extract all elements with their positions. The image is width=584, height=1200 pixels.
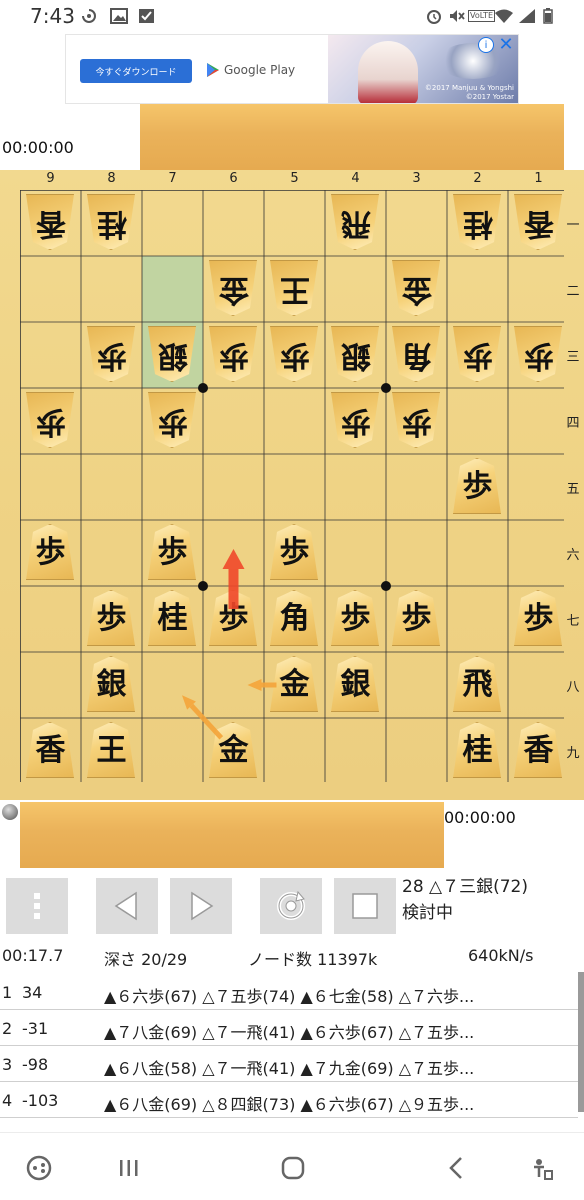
analysis-summary: 00:17.7 深さ 20/29 ノード数 11397k 640kN/s <box>0 944 584 970</box>
opponent-timer: 00:00:00 <box>2 138 74 157</box>
wifi-icon <box>495 9 513 23</box>
player-piece-stand[interactable] <box>20 802 444 868</box>
ad-copyright-line: ©2017 Yostar <box>465 93 514 101</box>
current-move: 28 △７三銀(72) <box>402 877 529 897</box>
pv-line[interactable]: 2 -31 ▲７八金(69) △７一飛(41) ▲６六歩(67) △７五歩... <box>0 1010 578 1046</box>
pv-score: -103 <box>22 1091 59 1110</box>
status-bar: 7:43 VoLTE <box>0 0 584 34</box>
node-count: ノード数 11397k <box>248 950 378 969</box>
triangle-left-icon <box>114 891 137 921</box>
alarm-icon <box>427 10 441 24</box>
next-button[interactable] <box>170 878 232 934</box>
google-play-icon <box>207 63 219 77</box>
clock: 7:43 <box>30 4 75 28</box>
player-timer: 00:00:00 <box>444 808 516 827</box>
search-depth: 深さ 20/29 <box>104 950 188 969</box>
sync-icon <box>82 9 96 23</box>
pv-line[interactable]: 1 34 ▲６六歩(67) △７五歩(74) ▲６七金(58) △７六歩... <box>0 974 578 1010</box>
google-play-label: Google Play <box>224 63 296 77</box>
accessibility-icon[interactable] <box>530 1155 556 1181</box>
pv-rank: 3 <box>2 1055 13 1074</box>
pv-line[interactable]: 3 -98 ▲６八金(58) △７一飛(41) ▲７九金(69) △７五歩... <box>0 1046 578 1082</box>
move-arrow-head <box>222 549 245 569</box>
recent-apps-icon[interactable] <box>116 1155 142 1181</box>
menu-dots-icon <box>34 893 40 919</box>
system-nav-bar <box>0 1132 584 1200</box>
ad-copyright: ©2017 Manjuu & Yongshi ©2017 Yostar <box>425 84 514 102</box>
move-arrows <box>182 549 277 740</box>
ad-character-image <box>358 41 418 103</box>
pv-scrollbar[interactable] <box>578 972 584 1112</box>
pv-line[interactable]: 4 -103 ▲６八金(69) △８四銀(73) ▲６六歩(67) △９五歩... <box>0 1082 578 1118</box>
current-move-info: 28 △７三銀(72) 検討中 <box>402 874 528 926</box>
check-box-icon <box>139 9 154 23</box>
ad-info-icon[interactable]: i <box>478 37 494 53</box>
mute-icon <box>450 10 465 22</box>
back-icon[interactable] <box>444 1155 470 1181</box>
image-icon <box>110 8 128 24</box>
ad-download-button[interactable]: 今すぐダウンロード <box>80 59 192 83</box>
ad-close-icon[interactable]: ✕ <box>497 36 515 54</box>
control-toolbar: 28 △７三銀(72) 検討中 <box>0 870 584 940</box>
search-speed: 640kN/s <box>468 946 534 965</box>
pv-score: -31 <box>22 1019 49 1038</box>
pv-rank: 2 <box>2 1019 13 1038</box>
menu-button[interactable] <box>6 878 68 934</box>
pv-moves: ▲６八金(58) △７一飛(41) ▲７九金(69) △７五歩... <box>104 1059 475 1078</box>
pv-moves: ▲６六歩(67) △７五歩(74) ▲６七金(58) △７六歩... <box>104 987 475 1006</box>
triangle-right-icon <box>191 891 214 921</box>
game-launcher-icon[interactable] <box>26 1155 52 1181</box>
elapsed-time: 00:17.7 <box>2 946 64 965</box>
pv-score: -98 <box>22 1055 49 1074</box>
refresh-button[interactable] <box>260 878 322 934</box>
pv-rank: 4 <box>2 1091 13 1110</box>
stop-button[interactable] <box>334 878 396 934</box>
analysis-status: 検討中 <box>402 903 453 923</box>
battery-icon <box>543 8 553 24</box>
ad-banner[interactable]: 今すぐダウンロード Google Play ©2017 Manjuu & Yon… <box>65 34 519 104</box>
move-arrow-shaft <box>189 703 224 740</box>
pv-rank: 1 <box>2 983 13 1002</box>
home-icon[interactable] <box>280 1155 306 1181</box>
volte-icon: VoLTE <box>468 10 496 22</box>
shogi-board[interactable]: 987654321 一二三四五六七八九 香桂飛桂香金王金歩銀歩歩銀角歩歩歩歩歩歩… <box>0 170 584 800</box>
opponent-piece-stand[interactable] <box>140 104 564 170</box>
square-stop-icon <box>352 893 378 919</box>
prev-button[interactable] <box>96 878 158 934</box>
pv-moves: ▲７八金(69) △７一飛(41) ▲６六歩(67) △７五歩... <box>104 1023 475 1042</box>
move-arrow-head <box>247 679 262 691</box>
pv-score: 34 <box>22 983 43 1002</box>
pv-moves: ▲６八金(69) △８四銀(73) ▲６六歩(67) △９五歩... <box>104 1095 475 1114</box>
signal-icon <box>519 9 535 23</box>
ad-copyright-line: ©2017 Manjuu & Yongshi <box>424 84 514 92</box>
turn-indicator <box>2 804 18 820</box>
refresh-icon <box>277 890 305 920</box>
google-play-badge[interactable]: Google Play <box>206 62 295 78</box>
